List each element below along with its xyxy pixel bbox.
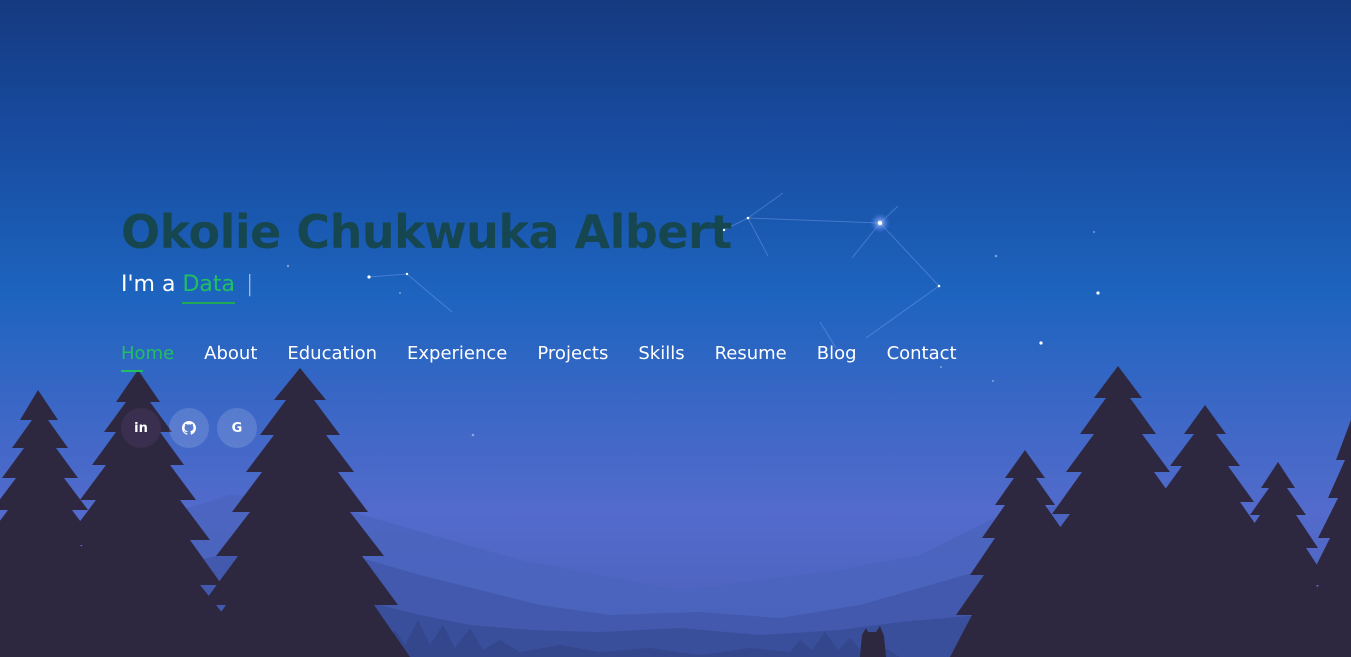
nav-resume[interactable]: Resume bbox=[715, 341, 787, 372]
right-forest bbox=[950, 366, 1351, 657]
nav-home[interactable]: Home bbox=[121, 341, 174, 372]
nav-skills[interactable]: Skills bbox=[638, 341, 684, 372]
nav-about[interactable]: About bbox=[204, 341, 257, 372]
hero-section: Okolie Chukwuka Albert I'm a Data | bbox=[121, 200, 1121, 304]
main-nav: Home About Education Experience Projects… bbox=[121, 341, 957, 372]
hero-name: Okolie Chukwuka Albert bbox=[121, 205, 732, 259]
typed-word: Data bbox=[182, 272, 235, 304]
github-button[interactable] bbox=[169, 408, 209, 448]
linkedin-icon: in bbox=[134, 420, 148, 436]
google-button[interactable]: G bbox=[217, 408, 257, 448]
nav-contact[interactable]: Contact bbox=[887, 341, 957, 372]
typing-cursor: | bbox=[245, 272, 254, 297]
nav-experience[interactable]: Experience bbox=[407, 341, 507, 372]
typed-prefix: I'm a bbox=[121, 272, 176, 297]
nav-education[interactable]: Education bbox=[287, 341, 377, 372]
night-forest-background bbox=[0, 192, 1351, 657]
linkedin-button[interactable]: in bbox=[121, 408, 161, 448]
nav-projects[interactable]: Projects bbox=[537, 341, 608, 372]
github-icon bbox=[182, 421, 196, 435]
google-icon: G bbox=[231, 420, 243, 436]
nav-blog[interactable]: Blog bbox=[817, 341, 857, 372]
typed-tagline: I'm a Data | bbox=[121, 270, 1121, 304]
social-links: in G bbox=[121, 408, 257, 448]
